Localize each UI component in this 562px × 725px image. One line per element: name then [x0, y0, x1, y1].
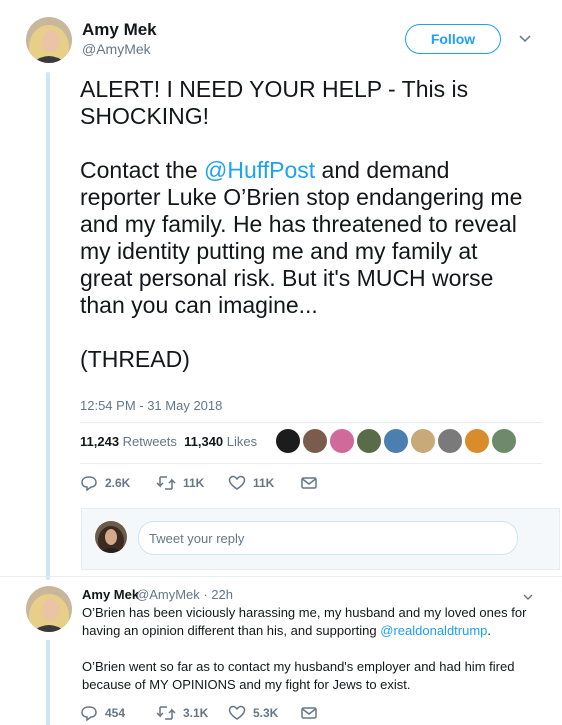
divider: [0, 576, 562, 577]
retweets-label[interactable]: Retweets: [123, 434, 177, 449]
heart-icon: [228, 705, 246, 720]
liker-avatar[interactable]: [491, 428, 517, 454]
author-name[interactable]: Amy Mek: [82, 20, 157, 40]
reply-count: 2.6K: [105, 476, 131, 490]
reply-icon: [81, 706, 97, 721]
reply-text-part: .: [487, 623, 492, 638]
reply-action[interactable]: 454: [80, 705, 125, 721]
liker-avatar[interactable]: [302, 428, 328, 454]
like-count: 5.3K: [253, 706, 279, 720]
reply-count: 454: [105, 706, 126, 720]
composer-avatar: [95, 521, 127, 553]
divider: [80, 422, 542, 423]
divider: [80, 463, 542, 464]
tweet-stats: 11,243 Retweets 11,340 Likes: [80, 434, 257, 449]
liker-avatar[interactable]: [437, 428, 463, 454]
tweet-text: ALERT! I NEED YOUR HELP - This is SHOCKI…: [80, 76, 535, 373]
author-handle[interactable]: @AmyMek: [82, 41, 151, 57]
reply-author-name[interactable]: Amy Mek: [82, 587, 139, 602]
like-action[interactable]: 5.3K: [228, 705, 278, 721]
tweet-text-line1: ALERT! I NEED YOUR HELP - This is SHOCKI…: [80, 76, 469, 129]
retweet-count: 3.1K: [183, 706, 209, 720]
reply-avatar[interactable]: [26, 586, 72, 632]
tweet-text-thread: (THREAD): [80, 346, 190, 372]
reply-paragraph: O’Brien went so far as to contact my hus…: [82, 659, 515, 692]
tweet-timestamp[interactable]: 12:54 PM - 31 May 2018: [80, 398, 222, 413]
retweet-icon: [156, 476, 176, 490]
likes-count[interactable]: 11,340: [184, 434, 223, 449]
retweet-count: 11K: [183, 476, 205, 490]
reply-author-handle-time[interactable]: @AmyMek · 22h: [136, 587, 233, 602]
like-count: 11K: [253, 476, 275, 490]
reply-text: O’Brien has been viciously harassing me,…: [82, 604, 542, 712]
avatar[interactable]: [26, 17, 72, 63]
likes-label[interactable]: Likes: [227, 434, 257, 449]
liker-avatar[interactable]: [383, 428, 409, 454]
direct-message-action[interactable]: [300, 705, 318, 721]
thread-connector-line: [46, 72, 50, 580]
liker-avatar[interactable]: [275, 428, 301, 454]
envelope-icon: [301, 707, 317, 719]
mention-link[interactable]: @HuffPost: [204, 157, 315, 183]
envelope-icon: [301, 477, 317, 489]
follow-button[interactable]: Follow: [405, 24, 501, 54]
thread-connector-line-lower: [46, 640, 50, 725]
like-action[interactable]: 11K: [228, 475, 274, 491]
liker-avatar[interactable]: [329, 428, 355, 454]
reply-icon: [81, 476, 97, 491]
reply-action[interactable]: 2.6K: [80, 475, 130, 491]
retweets-count[interactable]: 11,243: [80, 434, 119, 449]
retweet-icon: [156, 706, 176, 720]
mention-link[interactable]: @realdonaldtrump: [380, 623, 487, 638]
chevron-down-icon[interactable]: [522, 591, 534, 603]
liker-avatar[interactable]: [464, 428, 490, 454]
retweet-action[interactable]: 3.1K: [156, 705, 208, 721]
reply-paragraph: O’Brien has been viciously harassing me,…: [82, 604, 542, 640]
retweet-action[interactable]: 11K: [156, 475, 204, 491]
chevron-down-icon[interactable]: [518, 32, 532, 46]
reply-input[interactable]: Tweet your reply: [138, 521, 518, 555]
reply-placeholder: Tweet your reply: [149, 530, 245, 546]
direct-message-action[interactable]: [300, 475, 318, 491]
liker-avatar[interactable]: [410, 428, 436, 454]
tweet-text-part: Contact the: [80, 157, 205, 183]
heart-icon: [228, 475, 246, 490]
liker-avatar[interactable]: [356, 428, 382, 454]
